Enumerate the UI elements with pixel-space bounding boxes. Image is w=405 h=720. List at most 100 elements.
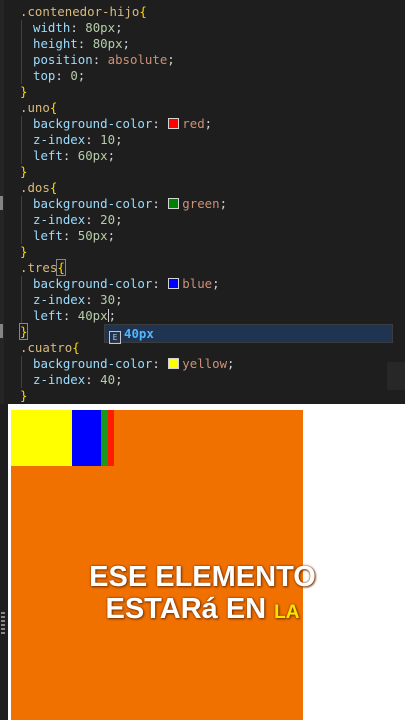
code-line[interactable]: z-index: 20; <box>20 212 123 228</box>
colon: : <box>85 132 101 147</box>
semicolon: ; <box>115 372 123 387</box>
code-line[interactable]: background-color: green; <box>20 196 227 212</box>
css-selector: .dos <box>20 180 50 195</box>
caption-line-2: ESTARá EN LA <box>0 593 405 626</box>
css-value: 40 <box>100 372 116 387</box>
css-value: 0 <box>70 68 78 83</box>
colon: : <box>85 372 101 387</box>
code-editor[interactable]: .contenedor-hijo{width: 80px; height: 80p… <box>0 0 405 404</box>
css-selector: .uno <box>20 100 50 115</box>
code-line[interactable]: } <box>20 164 27 180</box>
code-line[interactable]: background-color: red; <box>20 116 212 132</box>
semicolon: ; <box>115 212 123 227</box>
open-brace: { <box>49 180 58 195</box>
semicolon: ; <box>219 196 228 211</box>
semicolon: ; <box>212 276 220 291</box>
css-property: background-color <box>33 276 153 291</box>
code-line[interactable]: top: 0; <box>20 68 85 84</box>
colon: : <box>85 292 101 307</box>
color-swatch-icon[interactable] <box>168 198 180 209</box>
semicolon: ; <box>107 148 116 163</box>
colon: : <box>77 36 93 51</box>
color-swatch-icon[interactable] <box>168 278 180 289</box>
box-dos-green <box>101 410 108 466</box>
box-cuatro-yellow <box>11 410 72 466</box>
close-brace: } <box>20 84 28 99</box>
code-line[interactable]: .tres{ <box>20 259 66 276</box>
suggestion-kind-icon: E <box>109 331 121 344</box>
css-property: z-index <box>33 372 86 387</box>
colon: : <box>92 52 108 67</box>
code-line[interactable]: } <box>20 388 27 404</box>
css-property: width <box>33 20 71 35</box>
close-brace: } <box>18 323 29 340</box>
colon: : <box>70 20 86 35</box>
code-line[interactable]: } <box>18 323 29 340</box>
gutter-fold-marker[interactable] <box>0 196 3 210</box>
colon: : <box>85 212 101 227</box>
open-brace: { <box>72 340 80 355</box>
gutter-fold-marker[interactable] <box>0 324 3 338</box>
semicolon: ; <box>77 68 86 83</box>
css-selector: .tres <box>20 260 58 275</box>
code-line[interactable]: .cuatro{ <box>20 340 80 356</box>
colon: : <box>62 228 78 243</box>
code-line[interactable]: left: 60px; <box>20 148 115 164</box>
semicolon: ; <box>227 356 235 371</box>
css-property: left <box>33 308 63 323</box>
code-line[interactable]: } <box>20 84 27 100</box>
code-line[interactable]: z-index: 40; <box>20 372 123 388</box>
css-property: position <box>33 52 93 67</box>
css-selector: .contenedor-hijo <box>20 4 140 19</box>
code-line[interactable]: .dos{ <box>20 180 57 196</box>
code-line[interactable]: height: 80px; <box>20 36 130 52</box>
code-line[interactable]: width: 80px; <box>20 20 123 36</box>
code-line[interactable]: z-index: 30; <box>20 292 123 308</box>
css-selector: .cuatro <box>20 340 73 355</box>
close-brace: } <box>20 244 28 259</box>
colon: : <box>55 68 71 83</box>
css-property: top <box>33 68 56 83</box>
code-line[interactable]: } <box>20 244 27 260</box>
colon: : <box>152 116 168 131</box>
editor-gutter <box>0 0 4 404</box>
caption-line-1: ESE ELEMENTO <box>0 561 405 594</box>
css-value: green <box>182 196 220 211</box>
suggestion-text[interactable]: 40px <box>124 326 154 341</box>
autocomplete-suggestion[interactable]: E 40px <box>104 324 393 344</box>
code-line[interactable]: background-color: yellow; <box>20 356 235 372</box>
code-line[interactable]: .uno{ <box>20 100 57 116</box>
css-property: background-color <box>33 356 153 371</box>
indent-guide <box>21 20 22 84</box>
css-property: z-index <box>33 212 86 227</box>
open-brace: { <box>49 100 58 115</box>
css-property: z-index <box>33 132 86 147</box>
colon: : <box>152 356 168 371</box>
minimap-scroll-hint[interactable] <box>387 362 405 390</box>
css-value: blue <box>182 276 213 291</box>
color-swatch-icon[interactable] <box>168 358 180 369</box>
semicolon: ; <box>108 308 117 323</box>
css-value: 50px <box>77 228 108 243</box>
semicolon: ; <box>122 36 130 51</box>
semicolon: ; <box>167 52 175 67</box>
code-line[interactable]: left: 50px; <box>20 228 115 244</box>
indent-guide <box>21 196 22 244</box>
code-line[interactable]: background-color: blue; <box>20 276 220 292</box>
code-line[interactable]: position: absolute; <box>20 52 175 68</box>
css-property: height <box>33 36 78 51</box>
css-value: 30 <box>100 292 116 307</box>
css-value: 60px <box>77 148 108 163</box>
indent-guide <box>21 356 22 388</box>
render-preview: ESE ELEMENTO ESTARá EN LA <box>0 404 405 720</box>
colon: : <box>62 308 78 323</box>
color-swatch-icon[interactable] <box>168 118 180 129</box>
css-value: 80px <box>85 20 116 35</box>
close-brace: } <box>20 388 28 403</box>
box-uno-red <box>108 410 114 466</box>
code-line[interactable]: .contenedor-hijo{ <box>20 4 147 20</box>
code-line[interactable]: z-index: 10; <box>20 132 123 148</box>
css-property: z-index <box>33 292 86 307</box>
code-line[interactable]: left: 40px; <box>20 308 116 324</box>
css-property: background-color <box>33 196 153 211</box>
